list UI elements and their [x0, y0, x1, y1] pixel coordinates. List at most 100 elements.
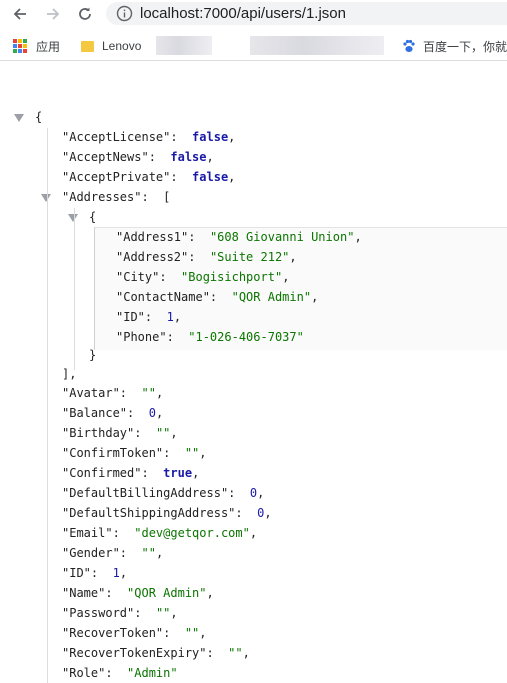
- json-key: "ID":: [116, 310, 153, 324]
- json-line: "ContactName": "QOR Admin",: [116, 287, 318, 307]
- json-key: "AcceptNews":: [62, 150, 156, 164]
- indent-guide: [47, 128, 48, 683]
- json-line: {: [89, 207, 96, 227]
- json-sep: ,: [119, 566, 128, 580]
- json-line: "RecoverToken": "",: [62, 623, 207, 643]
- json-string-value: "": [155, 426, 171, 440]
- json-sep: ,: [170, 426, 178, 440]
- indent-guide: [74, 208, 75, 370]
- json-key: "DefaultShippingAddress":: [62, 506, 243, 520]
- json-line: "Phone": "1-026-406-7037": [116, 327, 304, 347]
- json-key: "ConfirmToken":: [62, 446, 171, 460]
- json-string-value: "dev@getqor.com": [134, 526, 250, 540]
- json-string-value: "Bogisichport": [181, 270, 283, 284]
- addresses-close-bracket: ],: [62, 367, 77, 381]
- json-key: "DefaultBillingAddress":: [62, 486, 236, 500]
- json-sep: ,: [192, 466, 200, 480]
- json-sep: ,: [311, 290, 319, 304]
- json-string-value: "Suite 212": [209, 250, 290, 264]
- json-bool-value: true: [163, 466, 193, 480]
- json-key: "Birthday":: [62, 426, 142, 440]
- json-line: "Password": "",: [62, 603, 178, 623]
- json-key: "Gender":: [62, 546, 128, 560]
- address-item-open-brace: {: [89, 210, 97, 224]
- json-sep: ,: [199, 446, 207, 460]
- json-line: "ID": 1,: [116, 307, 181, 327]
- json-key: "Address2":: [116, 250, 196, 264]
- json-number-value: 0: [249, 486, 258, 500]
- json-bool-value: false: [192, 130, 229, 144]
- json-key: "Name":: [62, 586, 113, 600]
- json-sep: ,: [228, 170, 236, 184]
- json-line: "Avatar": "",: [62, 383, 163, 403]
- json-line: "ConfirmToken": "",: [62, 443, 207, 463]
- json-sep: ,: [228, 130, 236, 144]
- json-line: "AcceptNews": false,: [62, 147, 214, 167]
- address-item-close-brace: }: [89, 348, 97, 362]
- json-line: "Birthday": "",: [62, 423, 178, 443]
- json-bool-value: false: [192, 170, 229, 184]
- json-line: "DefaultBillingAddress": 0,: [62, 483, 264, 503]
- json-string-value: "1-026-406-7037": [188, 330, 304, 344]
- json-key: "AcceptLicense":: [62, 130, 178, 144]
- json-key: "Addresses":: [62, 190, 149, 204]
- json-line: }: [89, 345, 96, 365]
- json-string-value: "": [141, 386, 156, 400]
- json-line: "Addresses": [: [62, 187, 170, 207]
- json-line: "Balance": 0,: [62, 403, 163, 423]
- json-sep: ,: [199, 626, 207, 640]
- json-string-value: "Admin": [127, 666, 178, 680]
- json-sep: ,: [206, 150, 214, 164]
- json-sep: ,: [249, 526, 258, 540]
- json-line: "RecoverTokenExpiry": "",: [62, 643, 250, 663]
- json-line: "Role": "Admin": [62, 663, 178, 683]
- json-viewer: { "AcceptLicense": false, "AcceptNews": …: [0, 0, 507, 683]
- json-line: ],: [62, 364, 76, 384]
- json-number-value: 1: [166, 310, 174, 324]
- json-sep: ,: [242, 646, 250, 660]
- json-line: "ID": 1,: [62, 563, 127, 583]
- json-key: "Address1":: [116, 230, 196, 244]
- json-key: "ID":: [62, 566, 99, 580]
- json-sep: ,: [206, 586, 214, 600]
- root-open-brace: {: [35, 110, 43, 124]
- json-key: "RecoverTokenExpiry":: [62, 646, 214, 660]
- json-line: "Address2": "Suite 212",: [116, 247, 297, 267]
- json-line: {: [35, 107, 42, 127]
- json-line: "AcceptLicense": false,: [62, 127, 235, 147]
- json-sep: ,: [155, 546, 164, 560]
- json-line: "Gender": "",: [62, 543, 163, 563]
- json-line: "DefaultShippingAddress": 0,: [62, 503, 272, 523]
- collapse-addresses-toggle[interactable]: [41, 194, 51, 202]
- json-line: "Address1": "608 Giovanni Union",: [116, 227, 362, 247]
- json-line: "Confirmed": true,: [62, 463, 199, 483]
- json-key: "RecoverToken":: [62, 626, 171, 640]
- json-sep: ,: [170, 606, 178, 620]
- json-sep: ,: [173, 310, 182, 324]
- json-number-value: 1: [112, 566, 120, 580]
- json-sep: ,: [155, 406, 164, 420]
- json-key: "Balance":: [62, 406, 135, 420]
- json-sep: ,: [264, 506, 272, 520]
- json-line: "City": "Bogisichport",: [116, 267, 289, 287]
- json-sep: ,: [257, 486, 265, 500]
- json-bool-value: false: [170, 150, 207, 164]
- json-string-value: "": [141, 546, 156, 560]
- json-key: "Phone":: [116, 330, 174, 344]
- json-key: "Password":: [62, 606, 142, 620]
- json-string-value: "QOR Admin": [127, 586, 207, 600]
- json-key: "Email":: [62, 526, 120, 540]
- json-string-value: "": [184, 626, 200, 640]
- collapse-root-toggle[interactable]: [14, 114, 24, 122]
- json-key: "City":: [116, 270, 167, 284]
- json-sep: ,: [155, 386, 164, 400]
- json-key: "ContactName":: [116, 290, 218, 304]
- json-string-value: "": [184, 446, 200, 460]
- json-sep: ,: [354, 230, 362, 244]
- json-key: "Confirmed":: [62, 466, 149, 480]
- json-string-value: "608 Giovanni Union": [209, 230, 355, 244]
- addresses-open-bracket: [: [163, 190, 171, 204]
- collapse-address-item-toggle[interactable]: [68, 214, 78, 222]
- json-number-value: 0: [148, 406, 156, 420]
- json-key: "Role":: [62, 666, 113, 680]
